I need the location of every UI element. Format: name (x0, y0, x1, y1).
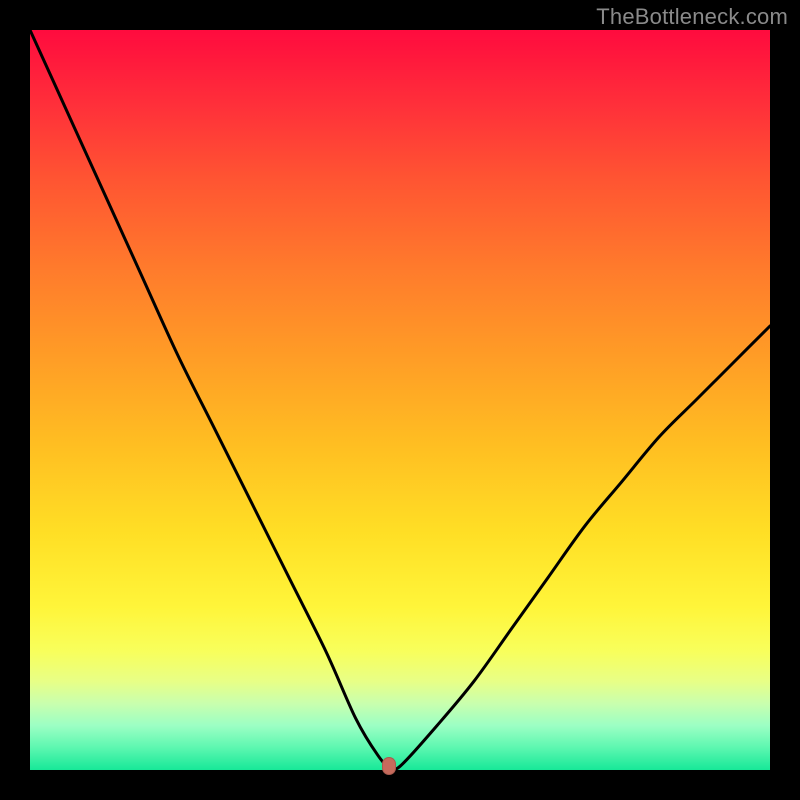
chart-area (30, 30, 770, 770)
chart-background-gradient (30, 30, 770, 770)
optimal-point-marker (382, 757, 396, 775)
watermark-text: TheBottleneck.com (596, 4, 788, 30)
